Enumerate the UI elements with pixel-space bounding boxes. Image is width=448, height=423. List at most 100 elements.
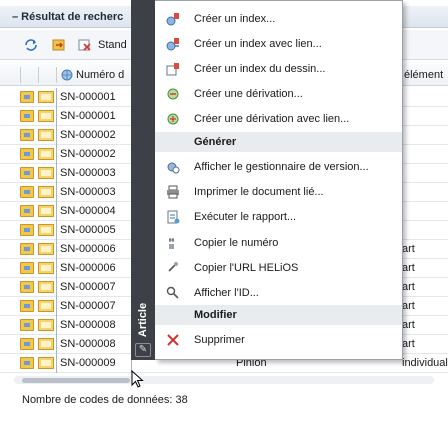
context-menu-sidebar: Article ✎ [131, 0, 155, 360]
menu-item-13[interactable]: Supprimer [155, 329, 402, 351]
panel-title: – Résultat de recherc [12, 11, 124, 23]
item-type-icon [20, 338, 34, 350]
delete-list-icon[interactable] [78, 39, 92, 51]
folder-icon [38, 319, 54, 331]
menu-item-label: Supprimer [194, 334, 245, 346]
item-type-icon [20, 243, 34, 255]
item-type-icon [20, 110, 34, 122]
menu-section-label: Générer [194, 136, 237, 148]
row-element-cell: individual part [402, 357, 448, 369]
folder-icon [38, 186, 54, 198]
row-number-cell[interactable]: SN-000003 [56, 164, 132, 183]
folder-icon [38, 357, 54, 369]
printer-icon [167, 185, 179, 199]
folder-icon [38, 300, 54, 312]
row-number-cell[interactable]: SN-000007 [56, 278, 132, 297]
horizontal-scroll-thumb[interactable] [22, 378, 130, 383]
folder-icon [38, 148, 54, 160]
column-number-header[interactable]: Numéro d [76, 69, 124, 81]
standard-view-label[interactable]: Stand [98, 39, 127, 51]
item-type-icon [20, 167, 34, 179]
row-element-cell: art [402, 262, 415, 274]
menu-item-10[interactable]: Copier l'URL HELiOS [155, 257, 402, 279]
menu-item-label: Copier l'URL HELiOS [194, 262, 299, 274]
row-number-cell[interactable]: SN-000001 [56, 88, 132, 107]
menu-item-0[interactable]: Créer un index... [155, 8, 402, 30]
menu-item-label: Imprimer le document lié... [194, 186, 324, 198]
item-type-icon [20, 357, 34, 369]
folder-icon [38, 129, 54, 141]
menu-item-6[interactable]: Afficher le gestionnaire de version... [155, 156, 402, 178]
show-id-icon [166, 286, 179, 299]
row-number-cell[interactable]: SN-000002 [56, 145, 132, 164]
delete-icon [167, 334, 179, 346]
row-element-cell: art [402, 300, 415, 312]
folder-icon [38, 91, 54, 103]
export-icon[interactable] [52, 39, 66, 51]
menu-item-label: Exécuter le rapport... [194, 211, 297, 223]
menu-section-5: Générer [155, 132, 402, 152]
menu-item-4[interactable]: Créer une dérivation avec lien... [155, 108, 402, 130]
row-number-cell[interactable]: SN-000006 [56, 240, 132, 259]
row-element-cell: art [402, 281, 415, 293]
menu-item-label: Créer un index... [194, 13, 276, 25]
item-type-icon [20, 91, 34, 103]
row-number-cell[interactable]: SN-000008 [56, 316, 132, 335]
menu-item-9[interactable]: Copier le numéro [155, 232, 402, 254]
data-code-count: Nombre de codes de données: 38 [22, 394, 188, 406]
folder-icon [38, 262, 54, 274]
mouse-cursor-icon [131, 370, 144, 388]
row-element-cell: art [402, 243, 415, 255]
row-element-cell: art [402, 338, 415, 350]
menu-item-label: Créer un index avec lien... [194, 38, 322, 50]
row-number-cell[interactable]: SN-000001 [56, 107, 132, 126]
menu-item-3[interactable]: Créer une dérivation... [155, 83, 402, 105]
menu-item-label: Créer une dérivation avec lien... [194, 113, 350, 125]
item-type-icon [20, 224, 34, 236]
copy-number-icon [169, 238, 174, 249]
folder-icon [38, 205, 54, 217]
version-manager-icon [167, 162, 180, 174]
create-index-link-icon [166, 38, 179, 51]
row-number-cell[interactable]: SN-000002 [56, 126, 132, 145]
create-index-icon [166, 13, 179, 26]
row-number-cell[interactable]: SN-000004 [56, 202, 132, 221]
menu-item-11[interactable]: Afficher l'ID... [155, 282, 402, 304]
row-number-cell[interactable]: SN-000007 [56, 297, 132, 316]
folder-icon [38, 224, 54, 236]
item-type-icon [20, 281, 34, 293]
menu-section-12: Modifier [155, 305, 402, 325]
menu-item-1[interactable]: Créer un index avec lien... [155, 33, 402, 55]
sidebar-article-label: Article [137, 302, 149, 338]
row-number-cell[interactable]: SN-000006 [56, 259, 132, 278]
row-number-cell[interactable]: SN-000008 [56, 335, 132, 354]
item-type-icon [20, 129, 34, 141]
menu-item-label: Créer un index du dessin... [194, 63, 326, 75]
folder-icon [38, 243, 54, 255]
menu-item-label: Créer une dérivation... [194, 88, 303, 100]
item-type-icon [20, 319, 34, 331]
create-derivation-icon [167, 88, 179, 100]
menu-item-7[interactable]: Imprimer le document lié... [155, 181, 402, 203]
item-type-icon [20, 148, 34, 160]
row-number-cell[interactable]: SN-000003 [56, 183, 132, 202]
menu-item-label: Afficher le gestionnaire de version... [194, 161, 369, 173]
row-number-cell[interactable]: SN-000009 [56, 354, 132, 373]
menu-item-8[interactable]: Exécuter le rapport... [155, 206, 402, 228]
item-type-icon [20, 205, 34, 217]
item-type-icon [20, 300, 34, 312]
item-type-icon [20, 186, 34, 198]
pin-icon[interactable]: ✎ [135, 343, 151, 357]
folder-icon [38, 338, 54, 350]
column-element-header[interactable]: élément [404, 69, 443, 81]
report-icon [167, 210, 180, 224]
create-drawing-index-icon [166, 63, 179, 76]
menu-item-2[interactable]: Créer un index du dessin... [155, 58, 402, 80]
globe-icon [61, 69, 73, 81]
refresh-icon[interactable] [24, 39, 38, 51]
menu-section-label: Modifier [194, 309, 237, 321]
folder-icon [38, 281, 54, 293]
menu-item-label: Afficher l'ID... [194, 287, 259, 299]
folder-icon [38, 110, 54, 122]
row-number-cell[interactable]: SN-000005 [56, 221, 132, 240]
